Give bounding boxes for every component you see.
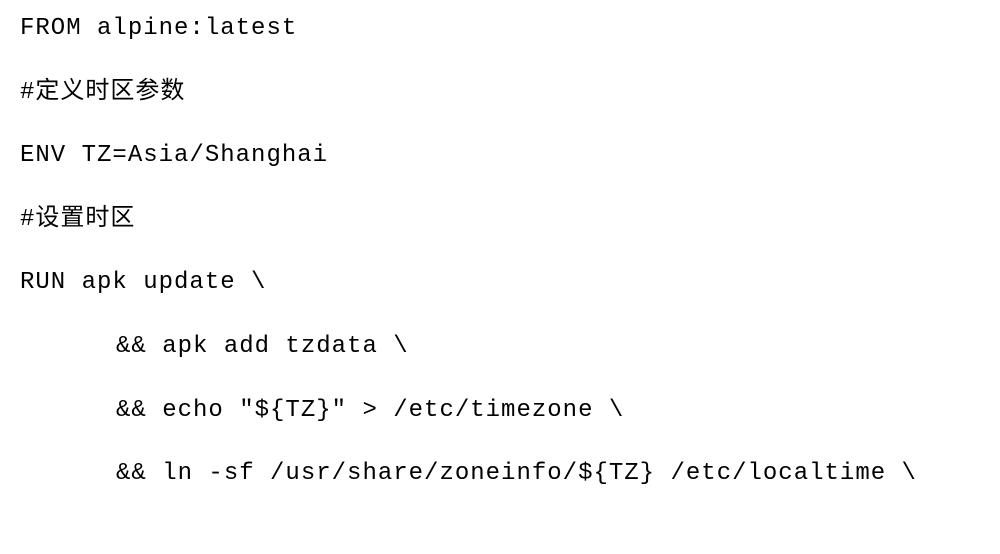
dockerfile-run-line: RUN apk update \ bbox=[20, 266, 980, 300]
dockerfile-comment-tz-param: #定义时区参数 bbox=[20, 76, 980, 110]
dockerfile-comment-set-tz: #设置时区 bbox=[20, 203, 980, 237]
dockerfile-ln-line: && ln -sf /usr/share/zoneinfo/${TZ} /etc… bbox=[20, 457, 980, 491]
dockerfile-from-line: FROM alpine:latest bbox=[20, 12, 980, 46]
dockerfile-echo-line: && echo "${TZ}" > /etc/timezone \ bbox=[20, 394, 980, 428]
dockerfile-env-line: ENV TZ=Asia/Shanghai bbox=[20, 139, 980, 173]
dockerfile-apk-add-line: && apk add tzdata \ bbox=[20, 330, 980, 364]
